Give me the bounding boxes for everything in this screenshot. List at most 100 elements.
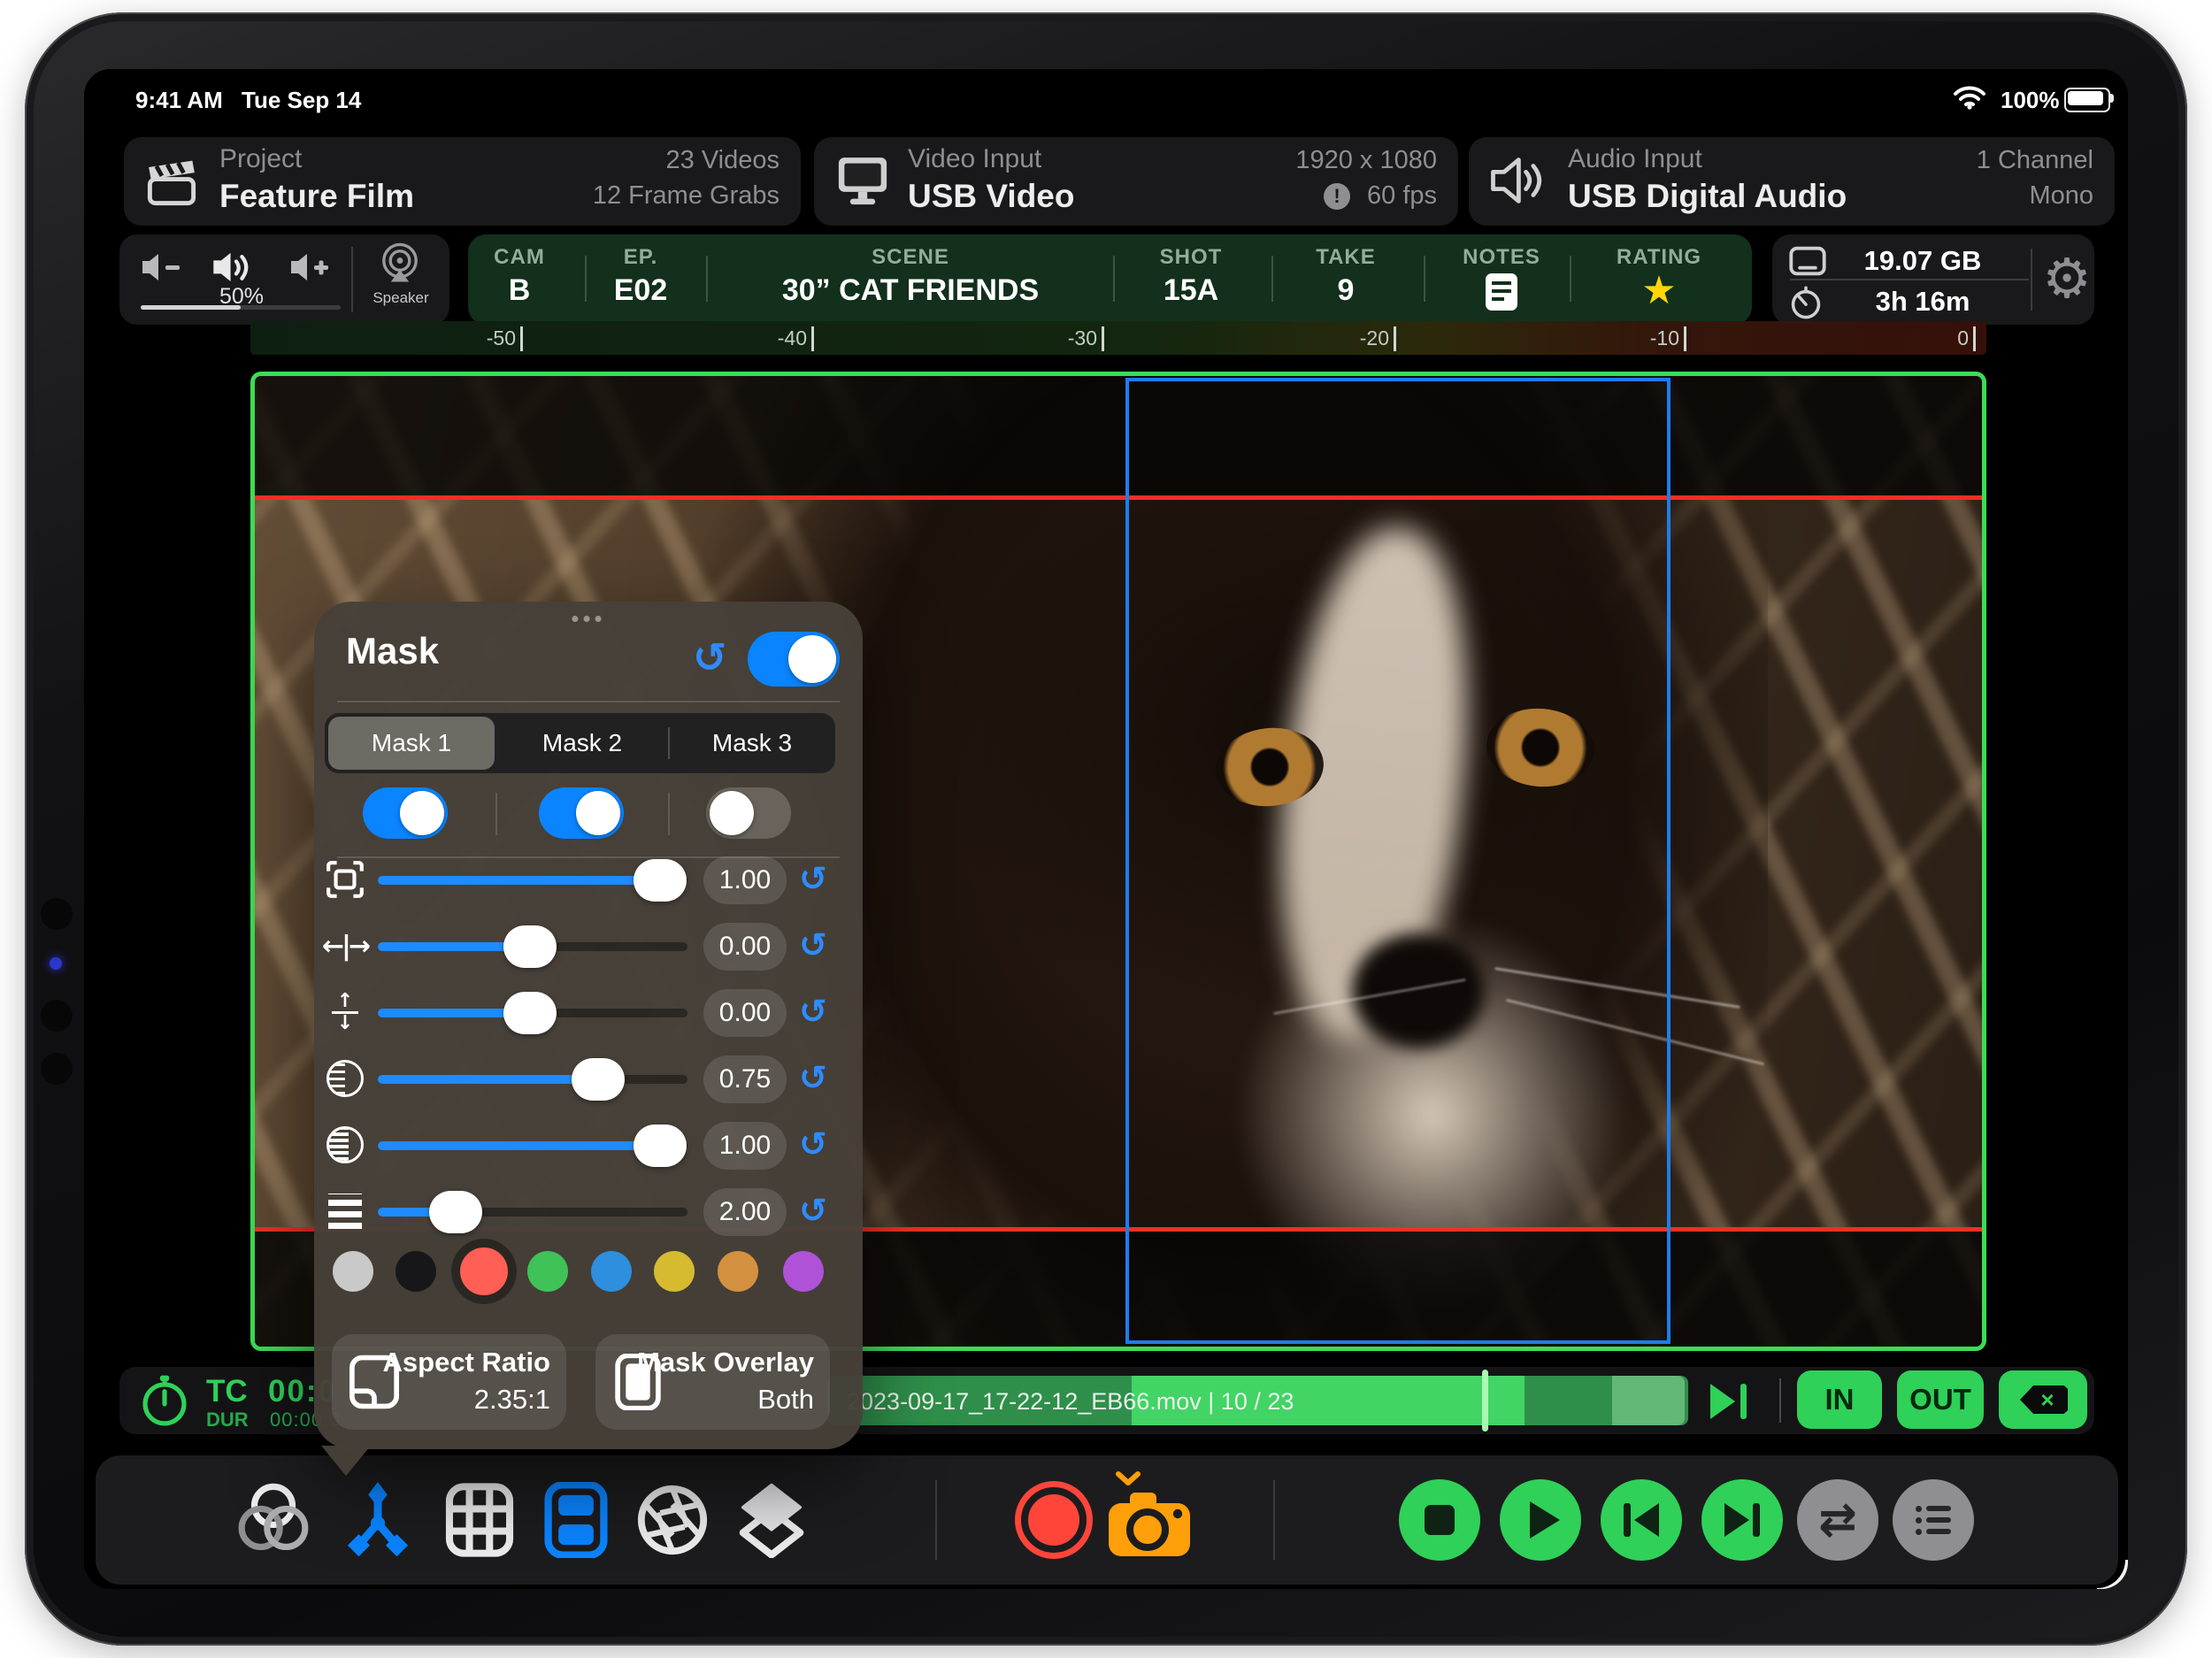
tab-mask-2[interactable]: Mask 2	[498, 713, 666, 773]
slider-knob[interactable]	[572, 1058, 625, 1101]
play-button[interactable]	[1500, 1479, 1581, 1561]
slider-knob[interactable]	[429, 1191, 482, 1233]
step-forward-icon[interactable]	[1710, 1384, 1760, 1419]
mask-overlay-button[interactable]: Mask Overlay Both	[595, 1334, 830, 1430]
grid-overlay-icon[interactable]	[442, 1482, 518, 1558]
front-sensor	[41, 1053, 73, 1085]
horizontal-offset-value: 0.00	[703, 923, 787, 971]
next-clip-button[interactable]	[1701, 1479, 1783, 1561]
gear-icon[interactable]: ⚙	[2039, 242, 2094, 318]
slate-notes[interactable]: NOTES	[1440, 234, 1563, 325]
framegrab-camera-button[interactable]	[1105, 1489, 1194, 1560]
mask-enable-toggle[interactable]	[748, 632, 840, 687]
line-width-icon	[321, 1187, 369, 1235]
scopes-icon[interactable]	[340, 1482, 416, 1558]
meter-tick: -40	[736, 326, 814, 351]
audio-input-card[interactable]: Audio Input USB Digital Audio 1 Channel …	[1469, 137, 2115, 226]
mask2-visible-toggle[interactable]	[539, 787, 624, 839]
color-swatch-purple[interactable]	[783, 1251, 824, 1292]
audio-input-name: USB Digital Audio	[1568, 178, 1847, 215]
slate-take[interactable]: TAKE 9	[1284, 234, 1408, 325]
slider-knob[interactable]	[634, 859, 687, 902]
line-opacity-reset-button[interactable]: ↺	[799, 1125, 827, 1164]
slate-episode[interactable]: EP. E02	[596, 234, 685, 325]
line-opacity-slider[interactable]	[378, 1141, 687, 1150]
project-framegrab-count: 12 Frame Grabs	[593, 181, 780, 211]
mask-overlay-value: Both	[757, 1384, 814, 1416]
outer-opacity-slider[interactable]	[378, 1075, 687, 1084]
tab-mask-1[interactable]: Mask 1	[328, 717, 495, 770]
slider-knob[interactable]	[503, 992, 557, 1034]
slate-shot[interactable]: SHOT 15A	[1120, 234, 1262, 325]
status-time: 9:41 AM	[135, 87, 223, 114]
color-swatch-gray[interactable]	[333, 1251, 373, 1292]
slider-knob[interactable]	[634, 1125, 687, 1167]
delete-clip-button[interactable]: ×	[1999, 1370, 2087, 1429]
slate-cam[interactable]: CAM B	[477, 234, 562, 325]
vertical-offset-reset-button[interactable]: ↺	[799, 992, 827, 1032]
aspect-ratio-button[interactable]: Aspect Ratio 2.35:1	[332, 1334, 566, 1430]
audio-output-icon[interactable]	[374, 242, 426, 286]
panel-grabber[interactable]: •••	[314, 605, 863, 633]
mask-tool-icon[interactable]	[538, 1482, 614, 1558]
device-storage-icon	[1788, 245, 1827, 277]
slider-knob[interactable]	[503, 925, 557, 968]
volume-down-button[interactable]	[139, 247, 188, 289]
meter-tick: 0	[1898, 326, 1976, 351]
vertical-offset-value: 0.00	[703, 989, 787, 1037]
scale-slider[interactable]	[378, 876, 687, 885]
slider-row-line-width: 2.00 ↺	[314, 1180, 863, 1244]
mask-panel: ••• Mask ↺ Mask 1 Mask 2 Mask 3	[314, 602, 863, 1449]
color-swatch-yellow[interactable]	[654, 1251, 695, 1292]
project-card[interactable]: Project Feature Film 23 Videos 12 Frame …	[124, 137, 801, 226]
clip-timeline[interactable]: 2023-09-17_17-22-12_EB66.mov | 10 / 23	[827, 1376, 1688, 1425]
front-sensor	[41, 1000, 73, 1032]
layers-icon[interactable]	[733, 1482, 810, 1558]
video-resolution: 1920 x 1080	[1295, 146, 1437, 175]
clip-list-button[interactable]	[1893, 1479, 1974, 1561]
color-swatch-orange[interactable]	[718, 1251, 758, 1292]
video-input-card[interactable]: Video Input USB Video 1920 x 1080 ! 60 f…	[814, 137, 1458, 226]
storage-divider	[1790, 279, 2029, 280]
stop-button[interactable]	[1399, 1479, 1480, 1561]
vertical-offset-slider[interactable]	[378, 1009, 687, 1017]
previous-clip-button[interactable]	[1601, 1479, 1682, 1561]
volume-up-button[interactable]	[288, 247, 337, 289]
mask3-visible-toggle[interactable]	[706, 787, 791, 839]
slate-scene[interactable]: SCENE 30” CAT FRIENDS	[760, 234, 1061, 325]
slate-rating[interactable]: RATING ★	[1597, 234, 1721, 325]
meter-tick: -10	[1609, 326, 1686, 351]
record-button[interactable]	[1015, 1481, 1093, 1559]
horizontal-offset-reset-button[interactable]: ↺	[799, 925, 827, 965]
tab-divider	[668, 727, 670, 759]
aspect-ratio-value: 2.35:1	[474, 1384, 550, 1416]
status-bar: 9:41 AM Tue Sep 14 100%	[84, 69, 2128, 122]
mask-reset-button[interactable]: ↺	[693, 633, 727, 681]
toggle-divider	[495, 793, 497, 835]
playhead[interactable]	[1482, 1370, 1488, 1432]
slate-bar: CAM B EP. E02 SCENE 30” CAT FRIENDS SHOT…	[468, 234, 1752, 325]
mark-out-button[interactable]: OUT	[1897, 1370, 1984, 1429]
letterbox-top	[255, 376, 1982, 495]
false-color-icon[interactable]	[235, 1482, 311, 1558]
color-swatch-green[interactable]	[527, 1251, 568, 1292]
scale-value: 1.00	[703, 856, 787, 904]
outer-opacity-reset-button[interactable]: ↺	[799, 1058, 827, 1098]
mark-in-button[interactable]: IN	[1797, 1370, 1882, 1429]
volume-divider	[351, 247, 353, 312]
tab-mask-3[interactable]: Mask 3	[672, 713, 833, 773]
mask-tab-bar: Mask 1 Mask 2 Mask 3	[325, 713, 835, 773]
horizontal-offset-slider[interactable]	[378, 942, 687, 951]
storage-gear-divider	[2031, 249, 2032, 311]
line-width-slider[interactable]	[378, 1208, 687, 1217]
line-width-reset-button[interactable]: ↺	[799, 1191, 827, 1231]
color-swatch-red-selected[interactable]	[451, 1239, 517, 1304]
loop-button[interactable]: ⇄	[1797, 1479, 1878, 1561]
mask1-visible-toggle[interactable]	[363, 787, 448, 839]
color-swatch-black[interactable]	[396, 1251, 436, 1292]
color-swatch-blue[interactable]	[591, 1251, 632, 1292]
aperture-icon[interactable]	[634, 1482, 710, 1558]
scale-reset-button[interactable]: ↺	[799, 859, 827, 899]
framegrab-chevron-icon	[1115, 1471, 1141, 1485]
audio-output-label: Speaker	[369, 289, 433, 307]
